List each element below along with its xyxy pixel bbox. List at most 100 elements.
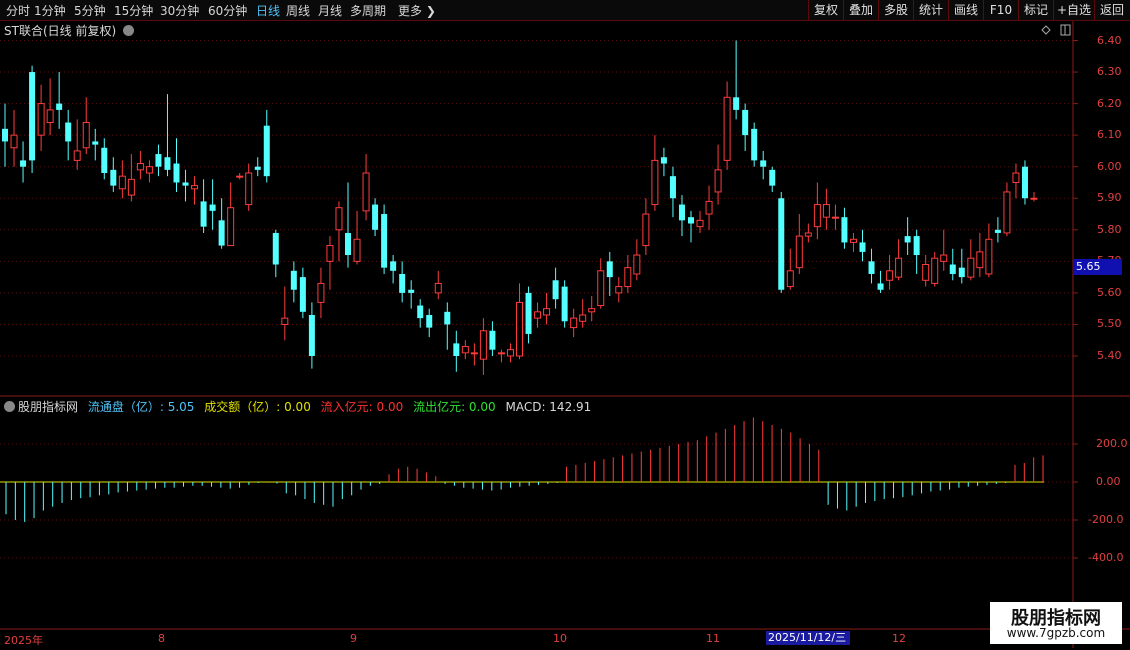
candle xyxy=(994,217,1001,243)
chart-corner-icons xyxy=(1041,24,1071,36)
price-tick-label: 5.90 xyxy=(1097,191,1122,205)
candle xyxy=(1030,191,1038,202)
candle xyxy=(516,283,523,360)
candle xyxy=(822,188,830,230)
float-shares-label: 流通盘（亿）: xyxy=(87,400,168,414)
candle xyxy=(813,182,821,240)
candle xyxy=(931,251,939,287)
candle xyxy=(390,255,397,284)
candle xyxy=(1021,160,1028,205)
candle xyxy=(299,267,306,319)
candle xyxy=(479,318,487,375)
candle xyxy=(209,179,216,230)
candle xyxy=(886,255,894,290)
candle xyxy=(254,157,261,177)
outflow-value: 0.00 xyxy=(468,400,496,414)
candle xyxy=(245,163,253,211)
price-grid xyxy=(0,40,1078,357)
candle xyxy=(155,144,162,177)
turnover-label: 成交额（亿）: xyxy=(204,400,285,414)
price-tick-label: 6.20 xyxy=(1097,96,1122,110)
candle xyxy=(976,232,984,278)
price-tick-label: 5.80 xyxy=(1097,222,1122,236)
turnover-value: 0.00 xyxy=(284,400,311,414)
candle xyxy=(849,232,857,252)
candle xyxy=(110,157,117,192)
candle xyxy=(967,239,975,281)
candle xyxy=(904,217,911,256)
candle xyxy=(2,103,8,167)
candle xyxy=(200,179,207,233)
candle xyxy=(56,72,63,129)
candle xyxy=(182,169,189,202)
indicator-legend: 股朋指标网 流通盘（亿）: 5.05 成交额（亿）: 0.00 流入亿元: 0.… xyxy=(4,398,591,415)
candle xyxy=(588,296,596,322)
macd-tick-label: -200.0 xyxy=(1088,513,1124,526)
candle xyxy=(191,176,199,205)
candle xyxy=(37,84,45,151)
diamond-icon xyxy=(1041,25,1051,35)
price-tick-label: 6.30 xyxy=(1097,65,1122,79)
date-label-aug: 8 xyxy=(158,632,165,645)
candle xyxy=(353,210,361,265)
candle xyxy=(543,292,551,325)
candle xyxy=(101,138,108,180)
candle xyxy=(506,343,514,363)
candle xyxy=(579,299,587,328)
candle xyxy=(597,258,605,309)
candle xyxy=(696,210,704,233)
date-label-oct: 10 xyxy=(553,632,567,645)
macd-tick-label: 0.00 xyxy=(1096,475,1121,488)
candle xyxy=(281,286,289,341)
price-tick-label: 6.10 xyxy=(1097,128,1122,142)
candle xyxy=(786,248,794,290)
indicator-menu-icon[interactable] xyxy=(4,401,15,412)
candle xyxy=(29,65,36,174)
candle xyxy=(534,302,542,328)
candle xyxy=(742,103,749,151)
outflow-label: 流出亿元: xyxy=(413,400,469,414)
candle xyxy=(895,239,903,281)
candle xyxy=(660,147,667,177)
candle xyxy=(778,191,785,293)
candle xyxy=(453,330,460,372)
candle xyxy=(651,135,659,211)
candle xyxy=(20,141,27,183)
candle xyxy=(714,144,722,205)
candle xyxy=(218,198,225,249)
candle xyxy=(570,308,578,338)
candle xyxy=(92,128,99,161)
indicator-name: 股朋指标网 xyxy=(18,400,79,414)
candle xyxy=(345,182,351,268)
candle xyxy=(804,223,812,243)
candle xyxy=(263,109,270,183)
candle xyxy=(290,261,297,303)
candles xyxy=(2,40,1038,375)
price-tick-label: 6.00 xyxy=(1097,159,1122,173)
candle xyxy=(913,229,920,274)
watermark: 股朋指标网 www.7gpzb.com xyxy=(990,602,1122,644)
kline-chart[interactable] xyxy=(0,0,1130,650)
inflow-value: 0.00 xyxy=(376,400,404,414)
candle xyxy=(958,248,965,284)
macd-tick-label: 200.0 xyxy=(1096,437,1128,450)
candle xyxy=(173,138,180,192)
watermark-url: www.7gpzb.com xyxy=(1006,626,1106,640)
candle xyxy=(372,198,379,237)
candle xyxy=(335,201,343,262)
candle xyxy=(408,280,415,309)
candle xyxy=(624,255,632,293)
candle xyxy=(362,154,370,221)
candle xyxy=(642,198,650,256)
candle xyxy=(922,255,930,287)
macd-tick-label: -400.0 xyxy=(1088,551,1124,564)
candle xyxy=(470,343,478,366)
candle xyxy=(561,280,568,328)
candle xyxy=(769,166,776,192)
candle xyxy=(1003,182,1011,237)
candle xyxy=(877,270,884,293)
candle xyxy=(751,122,758,167)
candle xyxy=(461,340,469,360)
candle xyxy=(868,248,875,284)
candle xyxy=(434,270,442,300)
